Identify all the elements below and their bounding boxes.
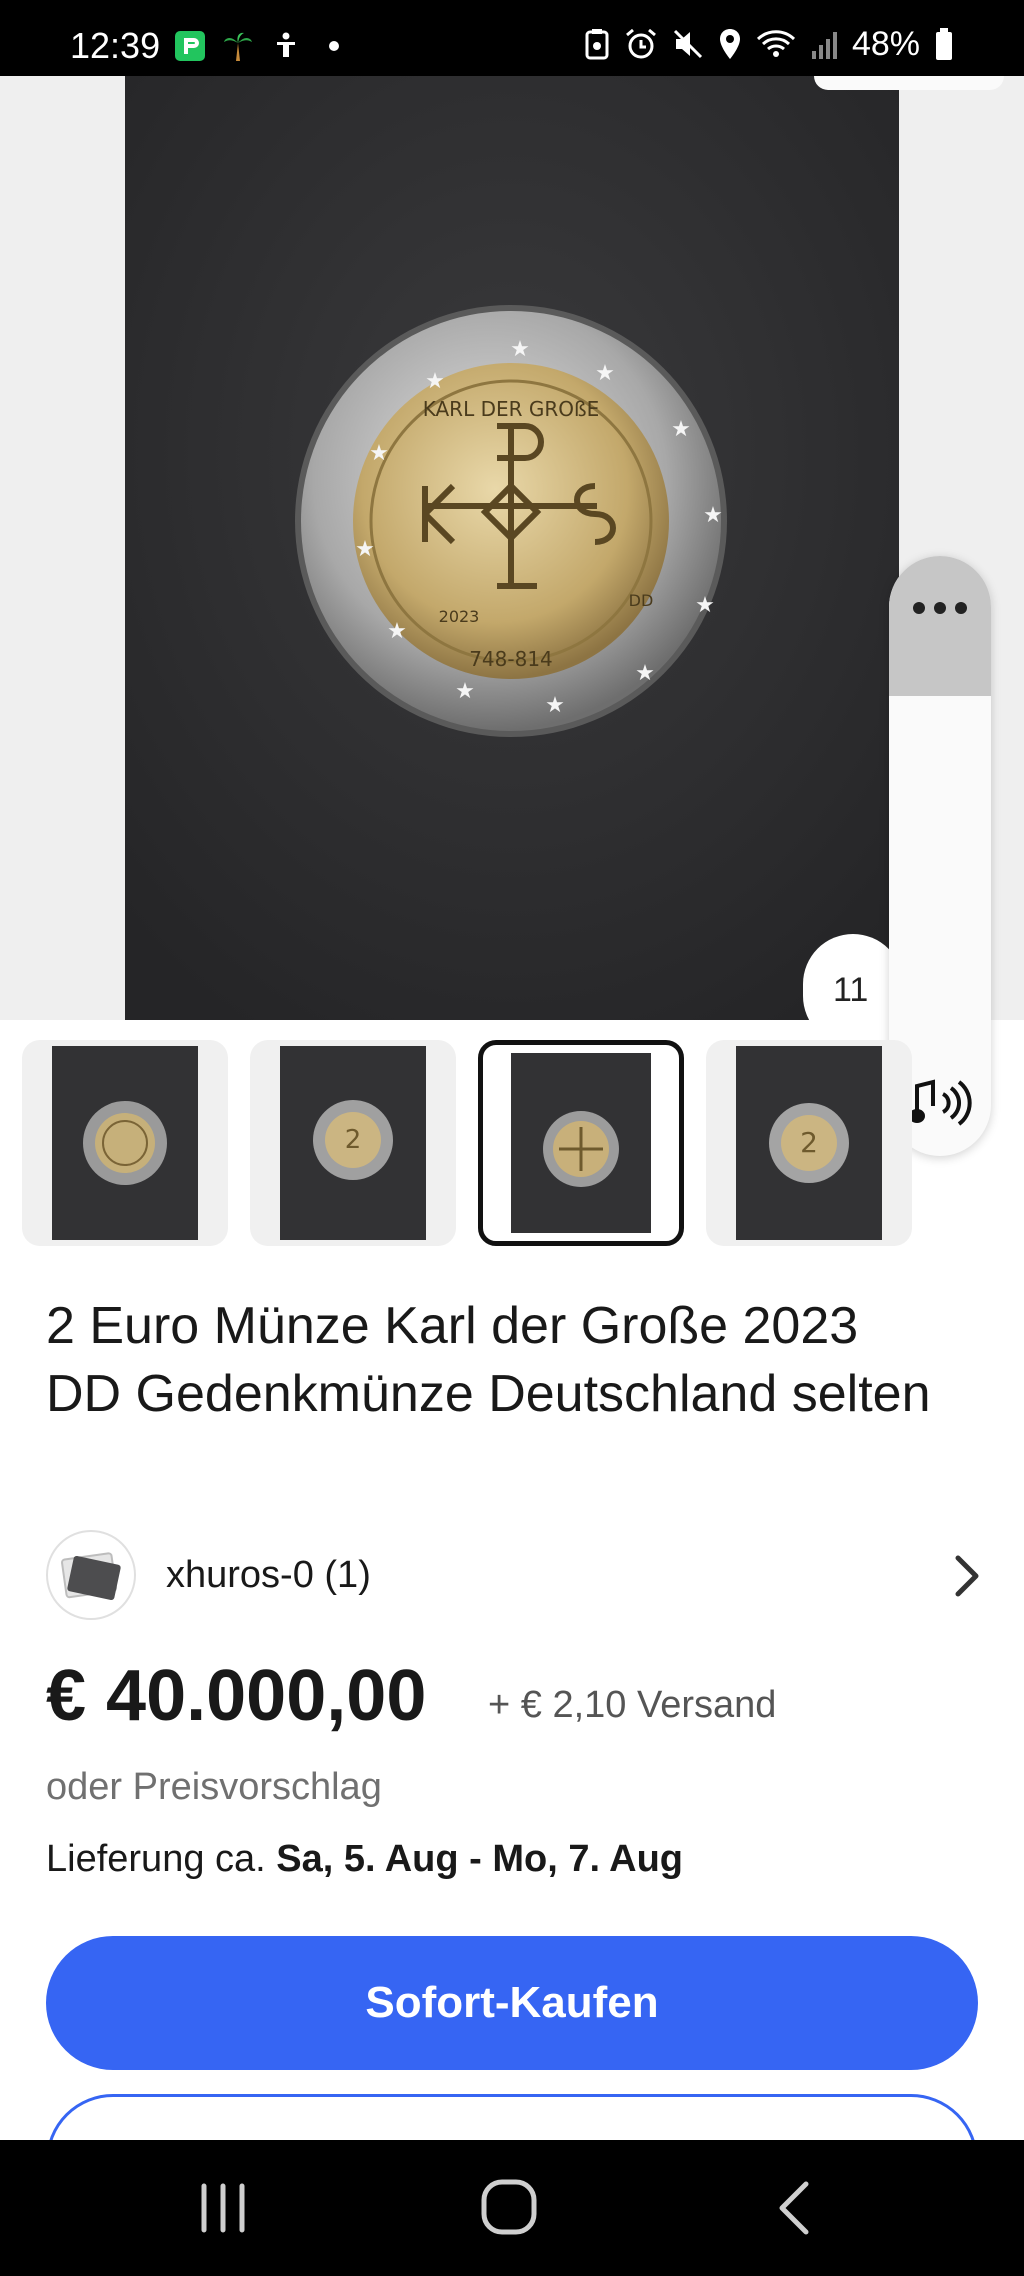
accessibility-icon — [268, 28, 304, 64]
svg-text:2: 2 — [345, 1125, 362, 1155]
image-counter: 11 — [803, 934, 903, 1046]
svg-text:★: ★ — [635, 661, 655, 686]
alarm-icon — [625, 28, 656, 59]
price: € 40.000,00 — [46, 1656, 427, 1736]
status-bar: 12:39 48% — [0, 0, 1024, 76]
svg-text:★: ★ — [369, 441, 389, 466]
save-icon — [585, 29, 609, 60]
delivery-label: Lieferung ca. — [46, 1838, 277, 1880]
home-icon[interactable] — [474, 2176, 544, 2240]
side-panel-handle[interactable] — [889, 556, 991, 696]
svg-text:★: ★ — [387, 619, 407, 644]
coin-year: 2023 — [439, 607, 480, 626]
recent-apps-icon[interactable] — [188, 2176, 258, 2240]
svg-text:★: ★ — [510, 337, 530, 362]
seller-avatar[interactable] — [46, 1530, 136, 1620]
notification-dot-icon — [316, 28, 352, 64]
coin-dates: 748-814 — [469, 647, 553, 671]
svg-text:★: ★ — [671, 417, 691, 442]
thumbnail-4[interactable]: 2 — [706, 1040, 912, 1246]
system-nav-bar — [0, 2140, 1024, 2276]
thumbnail-strip[interactable]: 2 2 — [0, 1040, 1024, 1250]
top-overlay-pill — [814, 76, 1004, 90]
svg-text:★: ★ — [595, 361, 615, 386]
listing-title: 2 Euro Münze Karl der Große 2023 DD Gede… — [46, 1297, 931, 1423]
svg-text:★: ★ — [425, 369, 445, 394]
palm-tree-icon — [220, 28, 256, 64]
thumbnail-1-image — [52, 1046, 198, 1240]
thumbnail-2-image: 2 — [280, 1046, 426, 1240]
battery-percent: 48% — [851, 25, 920, 63]
svg-text:★: ★ — [355, 537, 375, 562]
thumbnail-3-image — [511, 1053, 651, 1233]
location-icon — [719, 29, 740, 59]
thumbnail-1[interactable] — [22, 1040, 228, 1246]
main-photo[interactable]: ★ ★ ★ ★ ★ ★ ★ ★ ★ ★ ★ ★ KARL DER GROßE 2… — [125, 76, 899, 1020]
seller-row[interactable]: xhuros-0 (1) — [46, 1530, 986, 1622]
seller-name[interactable]: xhuros-0 (1) — [166, 1552, 371, 1598]
svg-text:★: ★ — [695, 593, 715, 618]
svg-text:★: ★ — [703, 503, 723, 528]
coin-image: ★ ★ ★ ★ ★ ★ ★ ★ ★ ★ ★ ★ KARL DER GROßE 2… — [295, 305, 727, 737]
delivery-dates: Sa, 5. Aug - Mo, 7. Aug — [276, 1838, 684, 1880]
svg-text:★: ★ — [545, 693, 565, 718]
best-offer-note: oder Preisvorschlag — [46, 1766, 382, 1808]
svg-text:★: ★ — [455, 679, 475, 704]
status-left-icons — [172, 28, 352, 64]
mute-icon — [673, 29, 702, 59]
status-right-icons: 48% — [584, 24, 954, 64]
shipping-cost: + € 2,10 Versand — [488, 1684, 777, 1726]
delivery-estimate: Lieferung ca. Sa, 5. Aug - Mo, 7. Aug — [46, 1836, 683, 1882]
battery-icon — [936, 28, 952, 60]
thumbnail-4-image: 2 — [736, 1046, 882, 1240]
photo-placeholder-icon — [61, 1552, 121, 1601]
payment-app-icon — [172, 28, 208, 64]
image-gallery[interactable]: ★ ★ ★ ★ ★ ★ ★ ★ ★ ★ ★ ★ KARL DER GROßE 2… — [0, 76, 1024, 1046]
back-icon[interactable] — [762, 2176, 832, 2240]
wifi-icon — [756, 30, 795, 57]
more-options-icon[interactable] — [913, 602, 967, 616]
coin-inscription: KARL DER GROßE — [423, 397, 600, 421]
chevron-right-icon[interactable] — [946, 1550, 986, 1602]
thumbnail-3-selected[interactable] — [478, 1040, 684, 1246]
signal-icon — [811, 32, 837, 59]
svg-text:2: 2 — [800, 1126, 818, 1159]
coin-mint: DD — [629, 591, 654, 610]
buy-now-button[interactable]: Sofort-Kaufen — [46, 1936, 978, 2070]
status-time: 12:39 — [70, 25, 161, 66]
thumbnail-2[interactable]: 2 — [250, 1040, 456, 1246]
